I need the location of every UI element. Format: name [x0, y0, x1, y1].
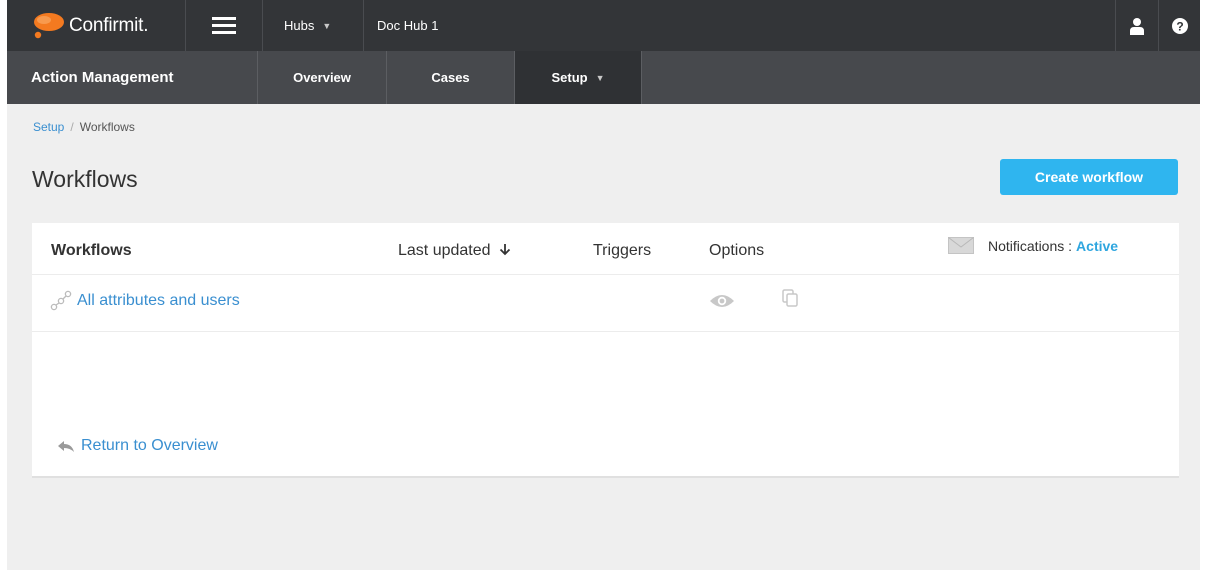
hamburger-icon	[212, 17, 236, 34]
confirmit-logo-icon	[34, 12, 64, 38]
notifications-status: Notifications : Active	[948, 237, 1118, 254]
hubs-label: Hubs	[284, 18, 315, 33]
notifications-label: Notifications :	[988, 237, 1073, 254]
return-label: Return to Overview	[81, 437, 218, 454]
help-icon: ?	[1171, 17, 1188, 34]
main-menu-button[interactable]	[185, 0, 263, 51]
help-button[interactable]: ?	[1158, 0, 1200, 51]
logo[interactable]: Confirmit.	[7, 0, 185, 51]
envelope-icon	[948, 237, 974, 254]
tab-cases[interactable]: Cases	[386, 51, 514, 104]
hub-name: Doc Hub 1	[377, 18, 439, 33]
user-button[interactable]	[1115, 0, 1158, 51]
header-workflows: Workflows	[51, 242, 132, 259]
eye-icon[interactable]	[709, 293, 735, 309]
page-title: Workflows	[32, 166, 138, 192]
workflows-panel: Workflows Last updated Triggers Options …	[32, 223, 1179, 478]
logo-text: Confirmit.	[69, 14, 149, 36]
workflow-nodes-icon	[50, 290, 72, 311]
caret-down-icon: ▼	[322, 20, 332, 31]
reply-arrow-icon	[58, 440, 74, 452]
breadcrumb-setup-link[interactable]: Setup	[33, 120, 64, 134]
header-last-updated-label: Last updated	[398, 242, 491, 259]
workflow-link[interactable]: All attributes and users	[50, 290, 240, 312]
top-bar: Confirmit. Hubs ▼ Doc Hub 1 ?	[7, 0, 1200, 51]
module-nav: Action Management Overview Cases Setup ▼	[7, 51, 1200, 104]
tab-overview-label: Overview	[293, 70, 351, 85]
breadcrumb-separator: /	[70, 120, 74, 134]
header-options: Options	[709, 242, 765, 259]
table-header: Workflows Last updated Triggers Options …	[32, 223, 1179, 275]
notifications-active-link[interactable]: Active	[1076, 238, 1118, 254]
tab-setup[interactable]: Setup ▼	[514, 51, 642, 104]
tab-overview[interactable]: Overview	[257, 51, 386, 104]
tab-cases-label: Cases	[431, 70, 470, 85]
tab-setup-label: Setup	[551, 70, 588, 85]
module-title: Action Management	[31, 69, 174, 86]
copy-icon[interactable]	[781, 288, 801, 308]
return-to-overview-link[interactable]: Return to Overview	[57, 437, 218, 455]
arrow-down-icon	[499, 244, 511, 256]
caret-down-icon: ▼	[595, 72, 605, 83]
breadcrumb: Setup / Workflows	[33, 120, 135, 134]
header-last-updated[interactable]: Last updated	[398, 242, 511, 260]
create-workflow-button[interactable]: Create workflow	[1000, 159, 1178, 195]
hubs-dropdown[interactable]: Hubs ▼	[263, 0, 364, 51]
user-icon	[1130, 17, 1144, 35]
header-triggers: Triggers	[593, 242, 652, 259]
svg-text:?: ?	[1176, 19, 1183, 33]
breadcrumb-current: Workflows	[79, 120, 135, 134]
app-frame: Confirmit. Hubs ▼ Doc Hub 1 ? Action Man…	[7, 0, 1200, 570]
window-edge	[1200, 0, 1208, 570]
workflow-name: All attributes and users	[77, 292, 240, 309]
table-row: All attributes and users	[32, 276, 1179, 332]
